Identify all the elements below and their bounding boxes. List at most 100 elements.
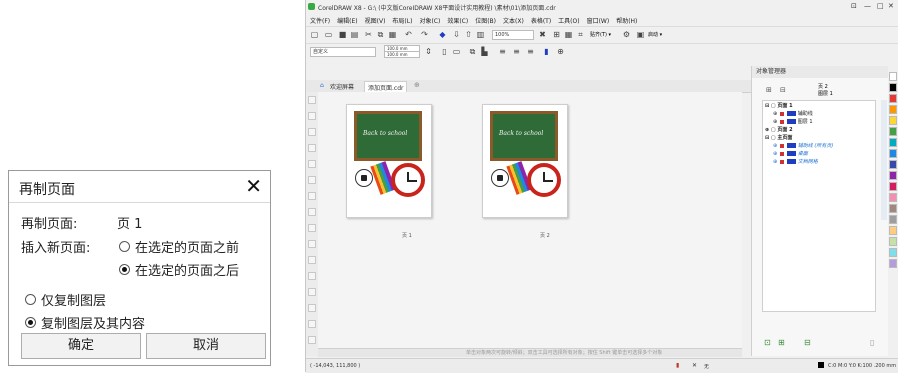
ok-button[interactable]: 确定 <box>21 333 141 359</box>
palette-swatch[interactable] <box>889 215 897 224</box>
shape-tool-icon[interactable] <box>308 112 316 120</box>
palette-swatch[interactable] <box>889 105 897 114</box>
new-doc-icon[interactable]: ▢ <box>310 30 319 39</box>
palette-swatch[interactable] <box>889 182 897 191</box>
transparency-icon[interactable] <box>308 304 316 312</box>
palette-swatch[interactable] <box>889 171 897 180</box>
open-icon[interactable]: ▭ <box>324 30 333 39</box>
undo-icon[interactable]: ↶ <box>404 30 413 39</box>
layer-manager-icon[interactable]: ⊟ <box>780 86 786 94</box>
maximize-icon[interactable]: □ <box>877 2 884 10</box>
insert-after-label[interactable]: 在选定的页面之后 <box>135 260 239 279</box>
freehand-tool-icon[interactable] <box>308 160 316 168</box>
all-pages-icon[interactable]: ⧉ <box>468 47 477 56</box>
delete-icon[interactable]: ▯ <box>870 338 874 347</box>
menu-item[interactable]: 位图(B) <box>475 18 496 25</box>
palette-swatch[interactable] <box>889 116 897 125</box>
portrait-icon[interactable]: ▯ <box>440 47 449 56</box>
tree-node[interactable]: ⊕ 桌面 <box>773 151 808 158</box>
page-thumbnail-2[interactable]: Back to school <box>482 104 568 218</box>
print-icon[interactable]: ▤ <box>350 30 359 39</box>
polygon-tool-icon[interactable] <box>308 224 316 232</box>
zoom-tool-icon[interactable] <box>308 144 316 152</box>
tree-node[interactable]: ⊟ ▢ 页面 1 <box>765 103 793 110</box>
new-master-layer-icon[interactable]: ⊞ <box>778 338 785 347</box>
page-size-select[interactable]: 自定义 <box>310 47 376 57</box>
import-icon[interactable]: ⇩ <box>452 30 461 39</box>
palette-swatch[interactable] <box>889 127 897 136</box>
new-master-layer-all-icon[interactable]: ⊟ <box>804 338 811 347</box>
parallel-dimension-icon[interactable] <box>308 256 316 264</box>
lock-icon[interactable] <box>779 143 784 148</box>
artistic-media-icon[interactable] <box>308 176 316 184</box>
copy-layers-only-label[interactable]: 仅复制图层 <box>41 290 106 309</box>
insert-before-label[interactable]: 在选定的页面之前 <box>135 237 239 256</box>
lock-icon[interactable] <box>779 151 784 156</box>
menu-item[interactable]: 帮助(H) <box>616 18 637 25</box>
palette-swatch[interactable] <box>889 259 897 268</box>
redo-icon[interactable]: ↷ <box>420 30 429 39</box>
copy-layers-only-radio[interactable] <box>25 294 36 305</box>
home-icon[interactable]: ⌂ <box>320 82 324 89</box>
tree-node[interactable]: ⊕ 辅助线 (所有页) <box>773 143 833 150</box>
menu-item[interactable]: 文本(X) <box>503 18 524 25</box>
insert-before-radio[interactable] <box>119 241 130 252</box>
eyedropper-icon[interactable] <box>308 320 316 328</box>
menu-item[interactable]: 工具(O) <box>558 18 579 25</box>
pick-tool-icon[interactable] <box>308 96 316 104</box>
options-gear-icon[interactable]: ⚙ <box>622 30 631 39</box>
menu-item[interactable]: 视图(V) <box>365 18 386 25</box>
nudge-icon[interactable]: ≡ <box>512 47 521 56</box>
units-icon[interactable]: ≡ <box>498 47 507 56</box>
application-launcher-icon[interactable]: ▣ <box>636 30 645 39</box>
minimize-icon[interactable]: — <box>864 2 871 10</box>
save-icon[interactable]: ■ <box>338 30 347 39</box>
full-screen-icon[interactable]: ✖ <box>538 30 547 39</box>
palette-swatch[interactable] <box>889 248 897 257</box>
palette-swatch[interactable] <box>889 193 897 202</box>
text-tool-icon[interactable] <box>308 240 316 248</box>
tree-node[interactable]: ⊕ 图层 1 <box>773 119 813 126</box>
palette-swatch[interactable] <box>889 160 897 169</box>
new-layer-icon[interactable]: ⊡ <box>764 338 771 347</box>
crop-tool-icon[interactable] <box>308 128 316 136</box>
cut-icon[interactable]: ✂ <box>364 30 373 39</box>
duplicate-distance-icon[interactable]: ≡ <box>526 47 535 56</box>
menu-item[interactable]: 编辑(E) <box>337 18 357 25</box>
close-icon[interactable]: ✕ <box>245 173 262 199</box>
launch-menu[interactable]: 启动 ▾ <box>648 31 662 38</box>
current-page-icon[interactable]: ▙ <box>480 47 489 56</box>
new-tab-icon[interactable]: ⊕ <box>414 81 420 89</box>
search-content-icon[interactable]: ◆ <box>438 30 447 39</box>
copy-layers-contents-label[interactable]: 复制图层及其内容 <box>41 313 145 332</box>
palette-swatch[interactable] <box>889 72 897 81</box>
menu-item[interactable]: 效果(C) <box>447 18 468 25</box>
drawing-canvas[interactable]: Back to school 页 1 Back to school 页 2 <box>318 92 742 348</box>
rectangle-tool-icon[interactable] <box>308 192 316 200</box>
zoom-level-field[interactable]: 100% <box>492 30 534 40</box>
palette-swatch[interactable] <box>889 149 897 158</box>
grid-icon[interactable]: ▦ <box>564 30 573 39</box>
palette-swatch[interactable] <box>889 237 897 246</box>
palette-swatch[interactable] <box>889 226 897 235</box>
menu-item[interactable]: 窗口(W) <box>587 18 610 25</box>
connector-tool-icon[interactable] <box>308 272 316 280</box>
palette-swatch[interactable] <box>889 83 897 92</box>
tree-node[interactable]: ⊕ ▢ 页面 2 <box>765 127 793 134</box>
tree-node[interactable]: ⊕ 文档网格 <box>773 159 818 166</box>
copy-icon[interactable]: ⧉ <box>376 30 385 39</box>
palette-swatch[interactable] <box>889 204 897 213</box>
palette-swatch[interactable] <box>889 138 897 147</box>
tree-node[interactable]: ⊟ ▢ 主页面 <box>765 135 792 142</box>
lock-icon[interactable] <box>779 159 784 164</box>
restore-icon[interactable]: ⊡ <box>851 2 857 10</box>
drop-shadow-icon[interactable] <box>308 288 316 296</box>
height-field[interactable]: 100.0 mm <box>384 51 420 58</box>
guidelines-icon[interactable]: ⌗ <box>576 30 585 39</box>
cancel-button[interactable]: 取消 <box>146 333 266 359</box>
show-properties-icon[interactable]: ⊞ <box>766 86 772 94</box>
lock-icon[interactable] <box>779 111 784 116</box>
landscape-icon[interactable]: ▭ <box>452 47 461 56</box>
quick-customize-icon[interactable]: ▮ <box>542 47 551 56</box>
export-icon[interactable]: ⇧ <box>464 30 473 39</box>
